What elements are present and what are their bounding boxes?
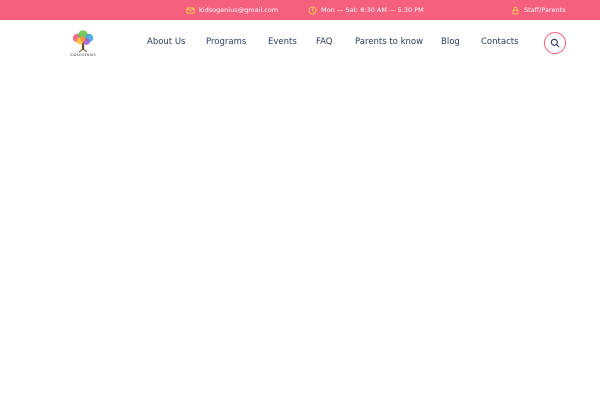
topbar-email[interactable]: kidsogenius@gmail.com (186, 0, 278, 20)
topbar-hours: Mon — Sat: 8:30 AM — 5:30 PM (308, 0, 424, 20)
nav-item-about-us[interactable]: About Us (147, 20, 185, 64)
topbar-hours-text: Mon — Sat: 8:30 AM — 5:30 PM (321, 6, 424, 14)
envelope-icon (186, 7, 195, 14)
nav-item-parents-to-know[interactable]: Parents to know (355, 20, 423, 64)
nav-item-programs[interactable]: Programs (206, 20, 246, 64)
topbar-login[interactable]: Staff/Parents (511, 0, 566, 20)
page-content (0, 64, 600, 400)
nav-item-contacts[interactable]: Contacts (481, 20, 519, 64)
nav-item-faq[interactable]: FAQ (316, 20, 332, 64)
topbar-login-text[interactable]: Staff/Parents (524, 6, 566, 14)
nav-item-events[interactable]: Events (268, 20, 297, 64)
top-bar: kidsogenius@gmail.com Mon — Sat: 8:30 AM… (0, 0, 600, 20)
lock-icon (512, 6, 519, 14)
site-header: KIDSOGENIUS About Us Programs Events FAQ… (0, 20, 600, 64)
topbar-email-text[interactable]: kidsogenius@gmail.com (199, 6, 278, 14)
main-nav: About Us Programs Events FAQ Parents to … (0, 20, 600, 64)
search-button[interactable] (544, 32, 566, 54)
search-icon (550, 38, 560, 48)
clock-icon (308, 6, 317, 14)
nav-item-blog[interactable]: Blog (441, 20, 460, 64)
